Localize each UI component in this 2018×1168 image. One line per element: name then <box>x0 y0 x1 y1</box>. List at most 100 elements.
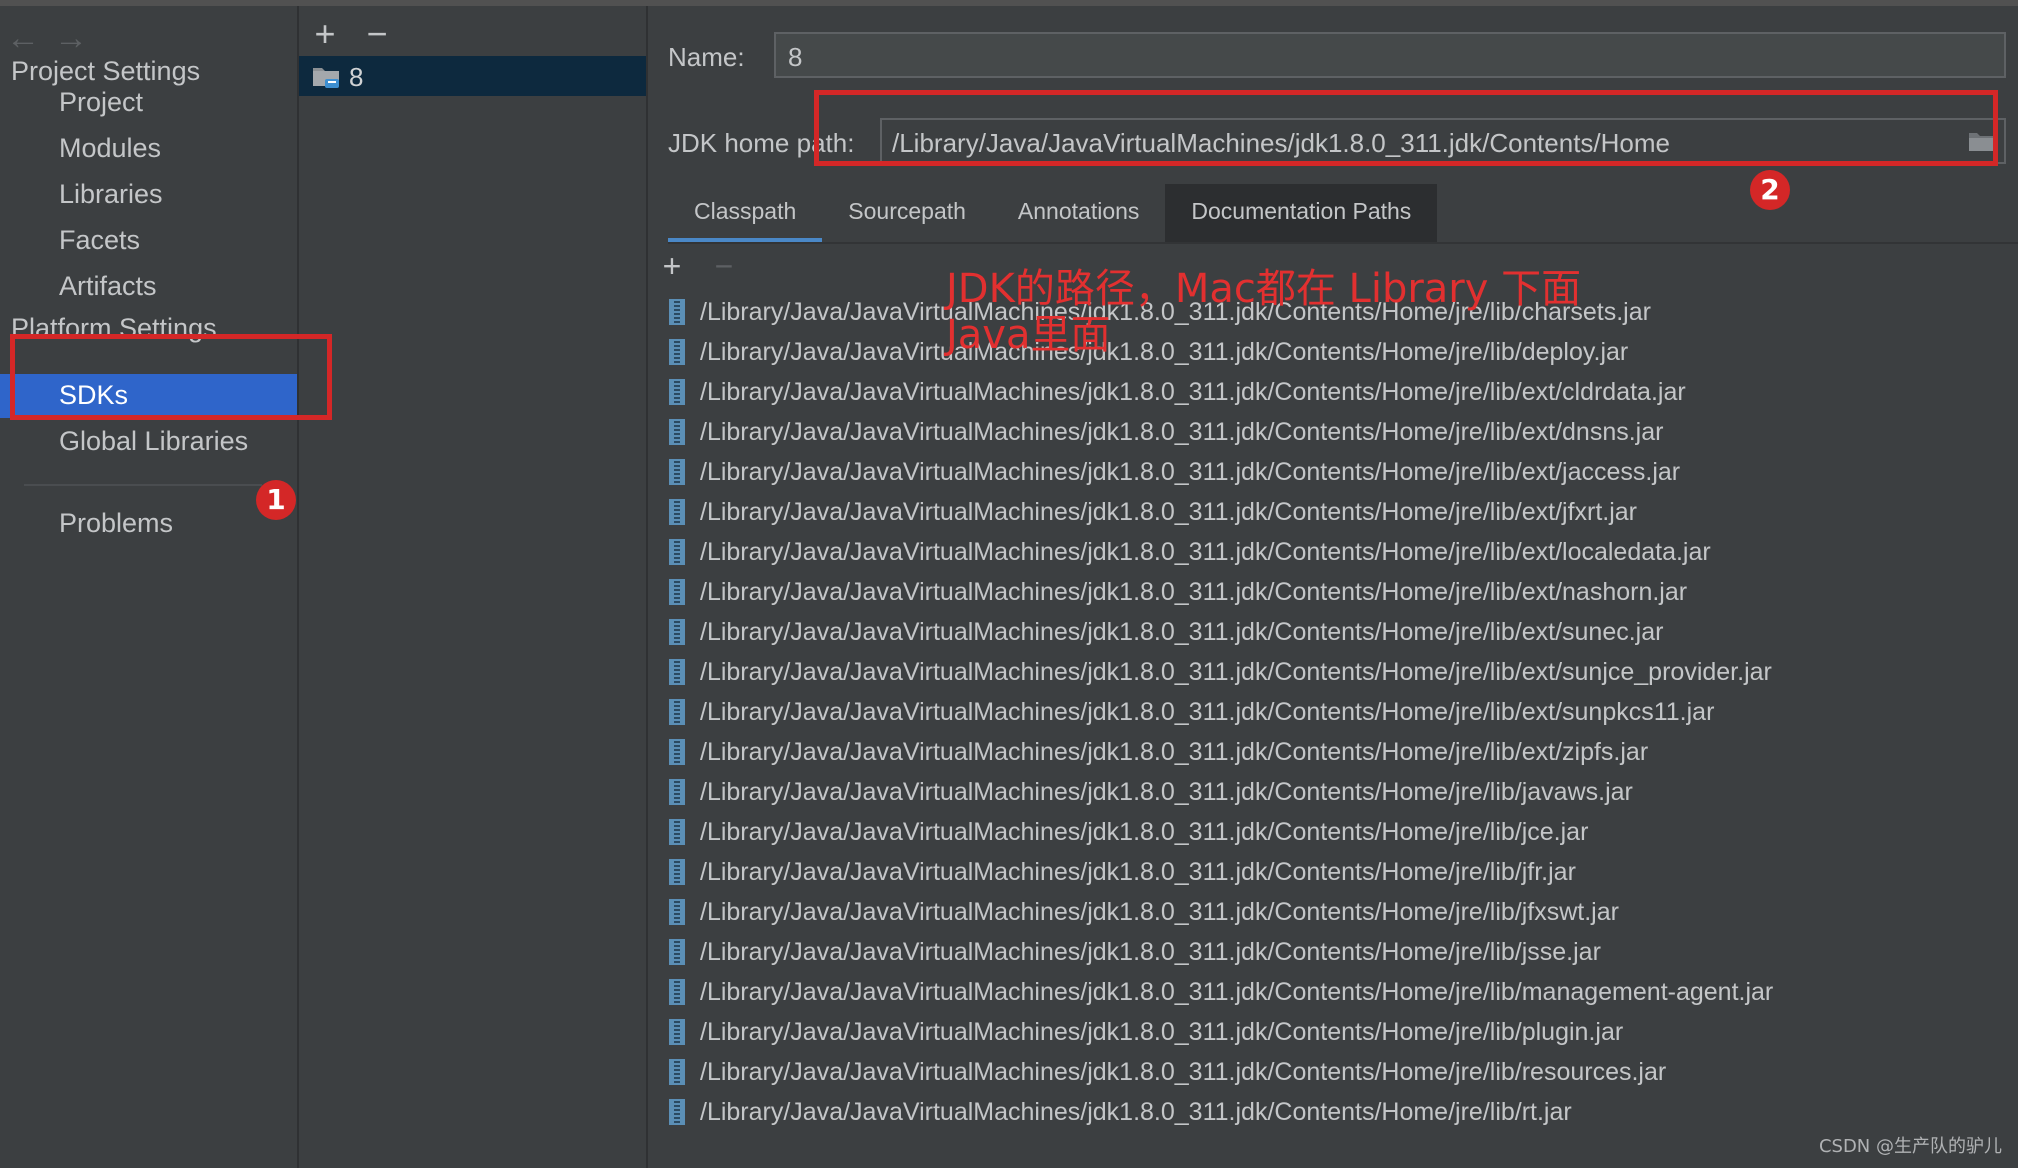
sdk-detail-panel: Name: 8 JDK home path: /Library/Java/Jav… <box>648 6 2018 1168</box>
path-text: /Library/Java/JavaVirtualMachines/jdk1.8… <box>700 1017 1624 1046</box>
path-list-item[interactable]: /Library/Java/JavaVirtualMachines/jdk1.8… <box>668 1092 2008 1132</box>
jar-archive-icon <box>669 659 685 685</box>
jar-archive-icon <box>669 1099 685 1125</box>
annotation-box-jdk-path <box>814 90 1998 166</box>
path-text: /Library/Java/JavaVirtualMachines/jdk1.8… <box>700 817 1589 846</box>
jar-archive-icon <box>669 699 685 725</box>
arrow-left-icon[interactable]: ← <box>6 18 40 58</box>
sidebar-item-global-libraries[interactable]: Global Libraries <box>59 426 248 457</box>
jar-archive-icon <box>669 819 685 845</box>
sidebar-item-modules[interactable]: Modules <box>59 133 161 164</box>
jar-archive-icon <box>669 499 685 525</box>
sdk-name-label: 8 <box>349 62 364 92</box>
path-text: /Library/Java/JavaVirtualMachines/jdk1.8… <box>700 857 1576 886</box>
path-list-item[interactable]: /Library/Java/JavaVirtualMachines/jdk1.8… <box>668 932 2008 972</box>
sdk-tabs: Classpath Sourcepath Annotations Documen… <box>668 184 1438 242</box>
path-list-item[interactable]: /Library/Java/JavaVirtualMachines/jdk1.8… <box>668 772 2008 812</box>
path-text: /Library/Java/JavaVirtualMachines/jdk1.8… <box>700 497 1638 526</box>
path-list-item[interactable]: /Library/Java/JavaVirtualMachines/jdk1.8… <box>668 972 2008 1012</box>
tab-documentation-paths[interactable]: Documentation Paths <box>1165 184 1438 242</box>
path-list-item[interactable]: /Library/Java/JavaVirtualMachines/jdk1.8… <box>668 852 2008 892</box>
jar-archive-icon <box>669 339 685 365</box>
annotation-note-line1: JDK的路径，Mac都在 Library 下面 <box>946 266 1582 312</box>
remove-sdk-button[interactable]: − <box>363 14 391 54</box>
path-list-item[interactable]: /Library/Java/JavaVirtualMachines/jdk1.8… <box>668 532 2008 572</box>
path-list-item[interactable]: /Library/Java/JavaVirtualMachines/jdk1.8… <box>668 892 2008 932</box>
path-text: /Library/Java/JavaVirtualMachines/jdk1.8… <box>700 577 1688 606</box>
project-structure-window: ← → Project Settings Project Modules Lib… <box>0 0 2018 1168</box>
jar-archive-icon <box>669 419 685 445</box>
jar-archive-icon <box>669 299 685 325</box>
jar-archive-icon <box>669 859 685 885</box>
annotation-note-line2: Java里面 <box>946 312 1111 358</box>
path-list-item[interactable]: /Library/Java/JavaVirtualMachines/jdk1.8… <box>668 452 2008 492</box>
path-text: /Library/Java/JavaVirtualMachines/jdk1.8… <box>700 777 1633 806</box>
path-text: /Library/Java/JavaVirtualMachines/jdk1.8… <box>700 537 1711 566</box>
path-text: /Library/Java/JavaVirtualMachines/jdk1.8… <box>700 337 1629 366</box>
tab-annotations[interactable]: Annotations <box>992 184 1165 242</box>
path-text: /Library/Java/JavaVirtualMachines/jdk1.8… <box>700 697 1715 726</box>
tabs-divider <box>668 242 2018 244</box>
jar-archive-icon <box>669 739 685 765</box>
arrow-right-icon[interactable]: → <box>54 18 88 58</box>
sdk-list-toolbar: + − <box>311 14 391 54</box>
path-list-item[interactable]: /Library/Java/JavaVirtualMachines/jdk1.8… <box>668 732 2008 772</box>
sidebar-item-project[interactable]: Project <box>59 87 143 118</box>
sidebar-item-facets[interactable]: Facets <box>59 225 140 256</box>
path-list-item[interactable]: /Library/Java/JavaVirtualMachines/jdk1.8… <box>668 372 2008 412</box>
tab-sourcepath[interactable]: Sourcepath <box>822 184 992 242</box>
path-text: /Library/Java/JavaVirtualMachines/jdk1.8… <box>700 1057 1667 1086</box>
project-settings-header: Project Settings <box>11 56 201 86</box>
sidebar-divider <box>24 484 262 486</box>
path-text: /Library/Java/JavaVirtualMachines/jdk1.8… <box>700 1097 1572 1126</box>
sidebar-item-problems[interactable]: Problems <box>59 508 173 539</box>
sidebar-item-libraries[interactable]: Libraries <box>59 179 163 210</box>
annotation-box-sdks <box>10 334 332 420</box>
path-text: /Library/Java/JavaVirtualMachines/jdk1.8… <box>700 737 1649 766</box>
settings-sidebar: ← → Project Settings Project Modules Lib… <box>0 6 299 1168</box>
remove-path-button[interactable]: − <box>710 246 738 286</box>
navigation-arrows: ← → <box>6 18 88 58</box>
name-input[interactable]: 8 <box>774 32 2006 78</box>
jar-archive-icon <box>669 459 685 485</box>
path-text: /Library/Java/JavaVirtualMachines/jdk1.8… <box>700 977 1774 1006</box>
jar-archive-icon <box>669 899 685 925</box>
path-list-item[interactable]: /Library/Java/JavaVirtualMachines/jdk1.8… <box>668 412 2008 452</box>
jdk-folder-icon <box>313 68 339 88</box>
jar-archive-icon <box>669 1059 685 1085</box>
classpath-list: /Library/Java/JavaVirtualMachines/jdk1.8… <box>668 292 2008 1132</box>
annotation-badge-2: 2 <box>1750 170 1790 210</box>
add-path-button[interactable]: + <box>658 246 686 286</box>
jar-archive-icon <box>669 539 685 565</box>
path-text: /Library/Java/JavaVirtualMachines/jdk1.8… <box>700 457 1681 486</box>
paths-toolbar: + − <box>658 244 738 288</box>
path-list-item[interactable]: /Library/Java/JavaVirtualMachines/jdk1.8… <box>668 572 2008 612</box>
path-text: /Library/Java/JavaVirtualMachines/jdk1.8… <box>700 377 1686 406</box>
add-sdk-button[interactable]: + <box>311 14 339 54</box>
name-label: Name: <box>668 42 745 72</box>
jar-archive-icon <box>669 979 685 1005</box>
path-text: /Library/Java/JavaVirtualMachines/jdk1.8… <box>700 937 1601 966</box>
jar-archive-icon <box>669 939 685 965</box>
path-text: /Library/Java/JavaVirtualMachines/jdk1.8… <box>700 617 1664 646</box>
sdk-list-panel: + − 8 <box>299 6 648 1168</box>
watermark: CSDN @生产队的驴儿 <box>1818 1136 2002 1157</box>
path-list-item[interactable]: /Library/Java/JavaVirtualMachines/jdk1.8… <box>668 492 2008 532</box>
path-list-item[interactable]: /Library/Java/JavaVirtualMachines/jdk1.8… <box>668 652 2008 692</box>
annotation-badge-1: 1 <box>256 480 296 520</box>
path-list-item[interactable]: /Library/Java/JavaVirtualMachines/jdk1.8… <box>668 1052 2008 1092</box>
path-list-item[interactable]: /Library/Java/JavaVirtualMachines/jdk1.8… <box>668 1012 2008 1052</box>
jar-archive-icon <box>669 1019 685 1045</box>
path-list-item[interactable]: /Library/Java/JavaVirtualMachines/jdk1.8… <box>668 812 2008 852</box>
jar-archive-icon <box>669 779 685 805</box>
path-list-item[interactable]: /Library/Java/JavaVirtualMachines/jdk1.8… <box>668 612 2008 652</box>
path-text: /Library/Java/JavaVirtualMachines/jdk1.8… <box>700 897 1619 926</box>
sidebar-item-artifacts[interactable]: Artifacts <box>59 271 157 302</box>
sdk-list-item[interactable]: 8 <box>299 56 646 96</box>
jar-archive-icon <box>669 379 685 405</box>
path-list-item[interactable]: /Library/Java/JavaVirtualMachines/jdk1.8… <box>668 692 2008 732</box>
path-text: /Library/Java/JavaVirtualMachines/jdk1.8… <box>700 657 1772 686</box>
path-list-item[interactable]: /Library/Java/JavaVirtualMachines/jdk1.8… <box>668 332 2008 372</box>
tab-classpath[interactable]: Classpath <box>668 184 823 242</box>
jar-archive-icon <box>669 619 685 645</box>
